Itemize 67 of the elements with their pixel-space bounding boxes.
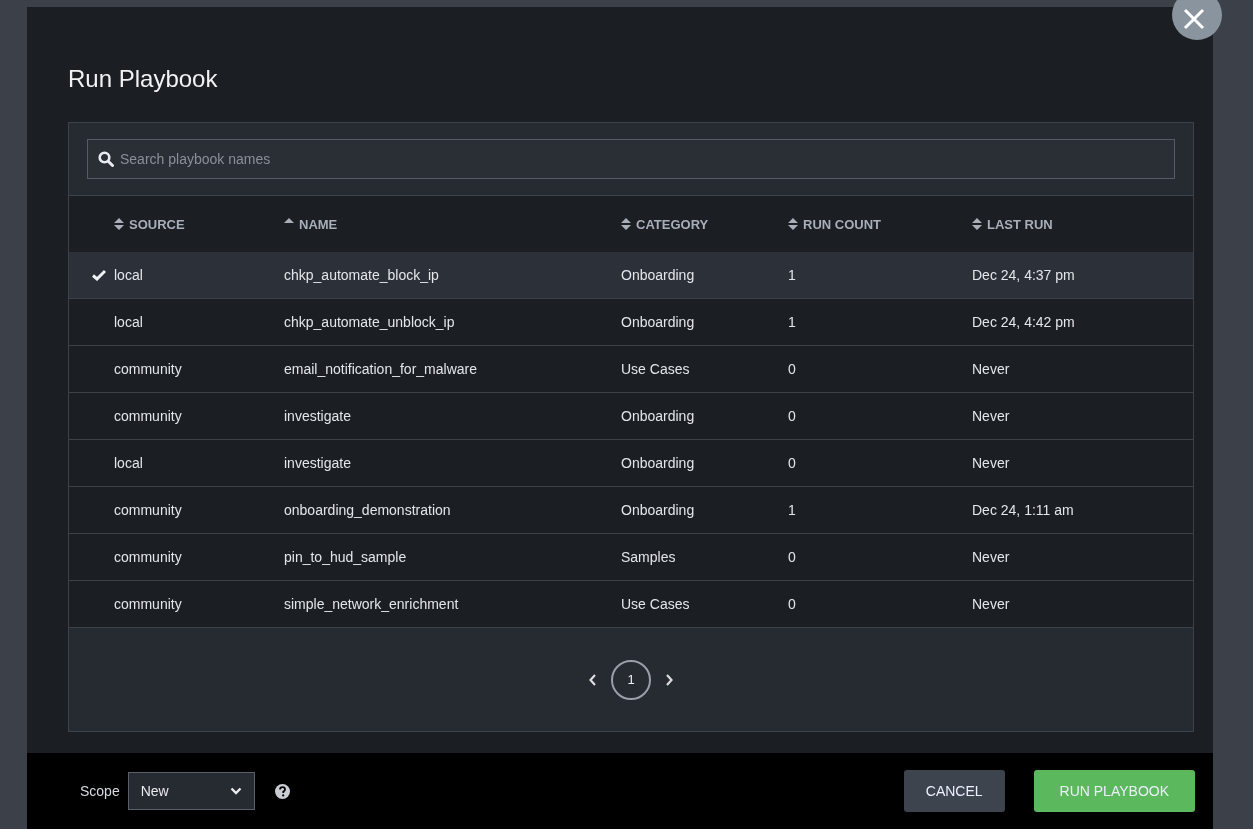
scope-dropdown[interactable]: New	[127, 772, 255, 810]
table-cell-text: Never	[972, 408, 1011, 424]
table-cell-text: Never	[972, 455, 1011, 471]
table-cell-text: local	[114, 314, 144, 330]
table-cell-text: Onboarding	[621, 455, 696, 471]
table-cell-text: community	[114, 549, 183, 565]
x-icon	[1183, 8, 1205, 30]
table-cell-text: email_notification_for_malware	[284, 361, 478, 377]
table-cell-text: Onboarding	[621, 267, 696, 283]
table-row[interactable]: local chkp_automate_block_ip Onboarding 1 Dec 24, 4:37 pm	[69, 252, 1193, 299]
table-cell-text: Dec 24, 4:42 pm	[972, 314, 1076, 330]
table-cell-text: 0	[788, 408, 797, 424]
table-cell-text: Never	[972, 596, 1011, 612]
column-header[interactable]: CATEGORY	[636, 216, 709, 232]
table-cell-text: community	[114, 361, 183, 377]
table-cell-text: local	[114, 267, 144, 283]
dialog-title: Run Playbook	[68, 65, 219, 94]
table-row[interactable]: community investigate Onboarding 0 Never	[69, 393, 1193, 440]
table-cell-text: community	[114, 502, 183, 518]
table-row[interactable]: community pin_to_hud_sample Samples 0 Never	[69, 534, 1193, 581]
table-cell-text: Dec 24, 4:37 pm	[972, 267, 1076, 283]
table-row[interactable]: community simple_network_enrichment Use Cases 0 Never	[69, 581, 1193, 628]
column-header[interactable]: RUN COUNT	[803, 216, 881, 232]
column-header[interactable]: NAME	[299, 216, 338, 232]
table-cell-text: 0	[788, 549, 797, 565]
table-row[interactable]: community onboarding_demonstration Onboarding 1 Dec 24, 1:11 am	[69, 487, 1193, 534]
table-cell-text: Never	[972, 361, 1011, 377]
table-cell-text: simple_network_enrichment	[284, 596, 460, 612]
table-cell-text: investigate	[284, 408, 352, 424]
table-cell-text: 1	[788, 314, 797, 330]
search-icon	[98, 151, 114, 167]
table-cell-text: Dec 24, 1:11 am	[972, 502, 1075, 518]
table-row[interactable]: community email_notification_for_malware Use Cases 0 Never	[69, 346, 1193, 393]
search-field[interactable]: Search playbook names	[87, 139, 1175, 179]
table-cell-text: 0	[788, 596, 797, 612]
chevron-left-icon[interactable]	[589, 673, 597, 686]
table-cell-text: Onboarding	[621, 502, 696, 518]
cancel-button[interactable]: CANCEL	[903, 770, 1005, 812]
table-row[interactable]: local chkp_automate_unblock_ip Onboarding 1 Dec 24, 4:42 pm	[69, 299, 1193, 346]
table-cell-text: investigate	[284, 455, 352, 471]
table-cell-text: local	[114, 455, 144, 471]
table-cell-text: 1	[788, 267, 797, 283]
table-cell-text: Samples	[621, 549, 677, 565]
page-button[interactable]: 1	[611, 659, 651, 700]
table-cell-text: Onboarding	[621, 408, 696, 424]
table-cell-text: 1	[788, 502, 797, 518]
table-cell-text: pin_to_hud_sample	[284, 549, 408, 565]
chevron-right-icon[interactable]	[665, 673, 673, 686]
table-cell-text: chkp_automate_unblock_ip	[284, 314, 456, 330]
table-cell-text: community	[114, 408, 183, 424]
chevron-down-icon	[229, 787, 242, 795]
help-icon[interactable]	[274, 783, 290, 799]
check-icon	[92, 269, 106, 281]
table-cell-text: Use Cases	[621, 596, 691, 612]
table-cell-text: Never	[972, 549, 1011, 565]
table-cell-text: onboarding_demonstration	[284, 502, 452, 518]
scope-label: Scope	[80, 783, 120, 799]
table-cell-text: Use Cases	[621, 361, 691, 377]
table-cell-text: 0	[788, 361, 797, 377]
column-header[interactable]: LAST RUN	[987, 216, 1053, 232]
table-cell-text: 0	[788, 455, 797, 471]
close-button[interactable]	[1172, 0, 1222, 40]
table-cell-text: Onboarding	[621, 314, 696, 330]
table-cell-text: community	[114, 596, 183, 612]
table-cell-text: chkp_automate_block_ip	[284, 267, 440, 283]
table-row[interactable]: local investigate Onboarding 0 Never	[69, 440, 1193, 487]
column-header[interactable]: SOURCE	[129, 216, 185, 232]
